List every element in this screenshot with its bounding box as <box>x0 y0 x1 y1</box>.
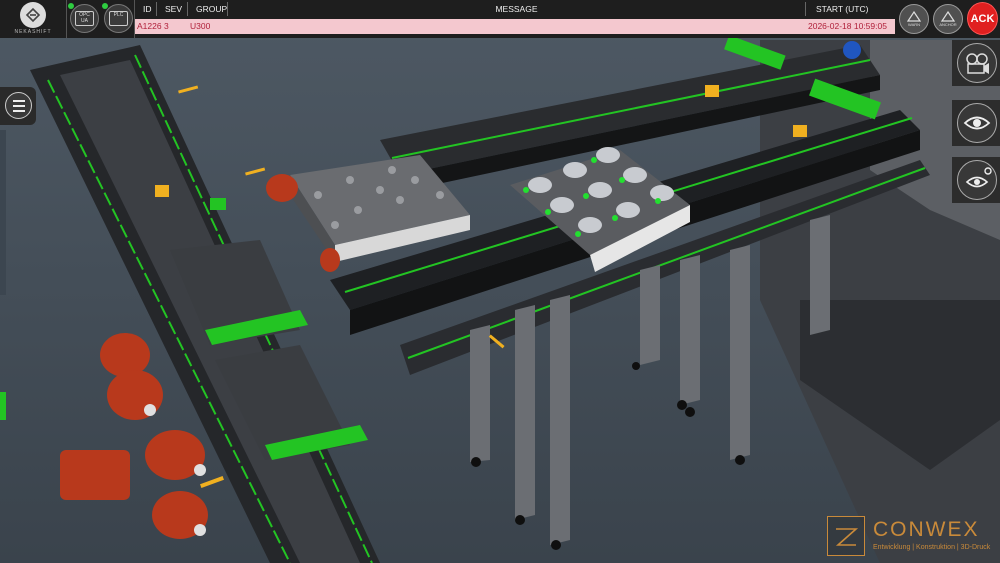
opcua-status-dot <box>68 3 74 9</box>
top-toolbar: NEKASHIFT OPC UA PLC ID SEV GROUP MESSAG… <box>0 0 1000 38</box>
app-logo: NEKASHIFT <box>8 2 58 38</box>
alarm-table: ID SEV GROUP MESSAGE START (UTC) A1226 3… <box>135 2 895 34</box>
left-toolstrip <box>0 130 6 295</box>
alarm-start: 2026-02-18 10:59:05 <box>808 21 887 31</box>
brand-tagline: Entwicklung | Konstruktion | 3D-Druck <box>873 544 991 551</box>
col-header-sev: SEV <box>157 2 188 16</box>
3d-viewport[interactable] <box>0 0 1000 563</box>
view-settings-button[interactable] <box>952 157 1000 203</box>
divider <box>66 0 67 38</box>
plc-status-dot <box>102 3 108 9</box>
anchor-icon <box>941 11 955 22</box>
opcua-button-label: OPC UA <box>75 11 94 26</box>
logo-text: NEKASHIFT <box>14 29 52 35</box>
eye-settings-icon <box>957 160 997 200</box>
plc-connection-button[interactable]: PLC <box>104 4 133 33</box>
warning-icon <box>907 11 921 22</box>
anchor-button[interactable]: ANCHOR <box>933 4 963 34</box>
camera-icon <box>957 43 997 83</box>
plc-button-label: PLC <box>109 11 128 26</box>
alarm-sev: 3 <box>164 21 169 31</box>
blue-valve <box>843 41 861 59</box>
col-header-group: GROUP <box>188 2 228 16</box>
brand-watermark: CONWEX Entwicklung | Konstruktion | 3D-D… <box>827 516 997 560</box>
brand-logo-icon <box>827 516 865 556</box>
main-menu-button[interactable] <box>0 87 36 125</box>
col-header-message: MESSAGE <box>228 2 806 16</box>
eye-icon <box>957 103 997 143</box>
alarm-id: A1226 <box>137 21 162 31</box>
ack-button[interactable]: ACK <box>967 2 998 35</box>
warning-button[interactable]: WARN <box>899 4 929 34</box>
alarm-row[interactable]: A1226 3 U300 2026-02-18 10:59:05 <box>135 19 895 34</box>
logo-icon <box>20 2 46 28</box>
green-block <box>210 198 226 210</box>
left-status-marker <box>0 392 6 420</box>
alarm-group: U300 <box>190 21 211 31</box>
camera-view-button[interactable] <box>952 40 1000 86</box>
view-toggle-button[interactable] <box>952 100 1000 146</box>
anchor-button-label: ANCHOR <box>939 22 957 27</box>
col-header-start: START (UTC) <box>816 4 869 14</box>
opcua-connection-button[interactable]: OPC UA <box>70 4 99 33</box>
warning-button-label: WARN <box>907 22 921 27</box>
brand-name: CONWEX <box>873 518 980 541</box>
hamburger-icon <box>5 92 32 119</box>
col-header-id: ID <box>135 2 157 16</box>
